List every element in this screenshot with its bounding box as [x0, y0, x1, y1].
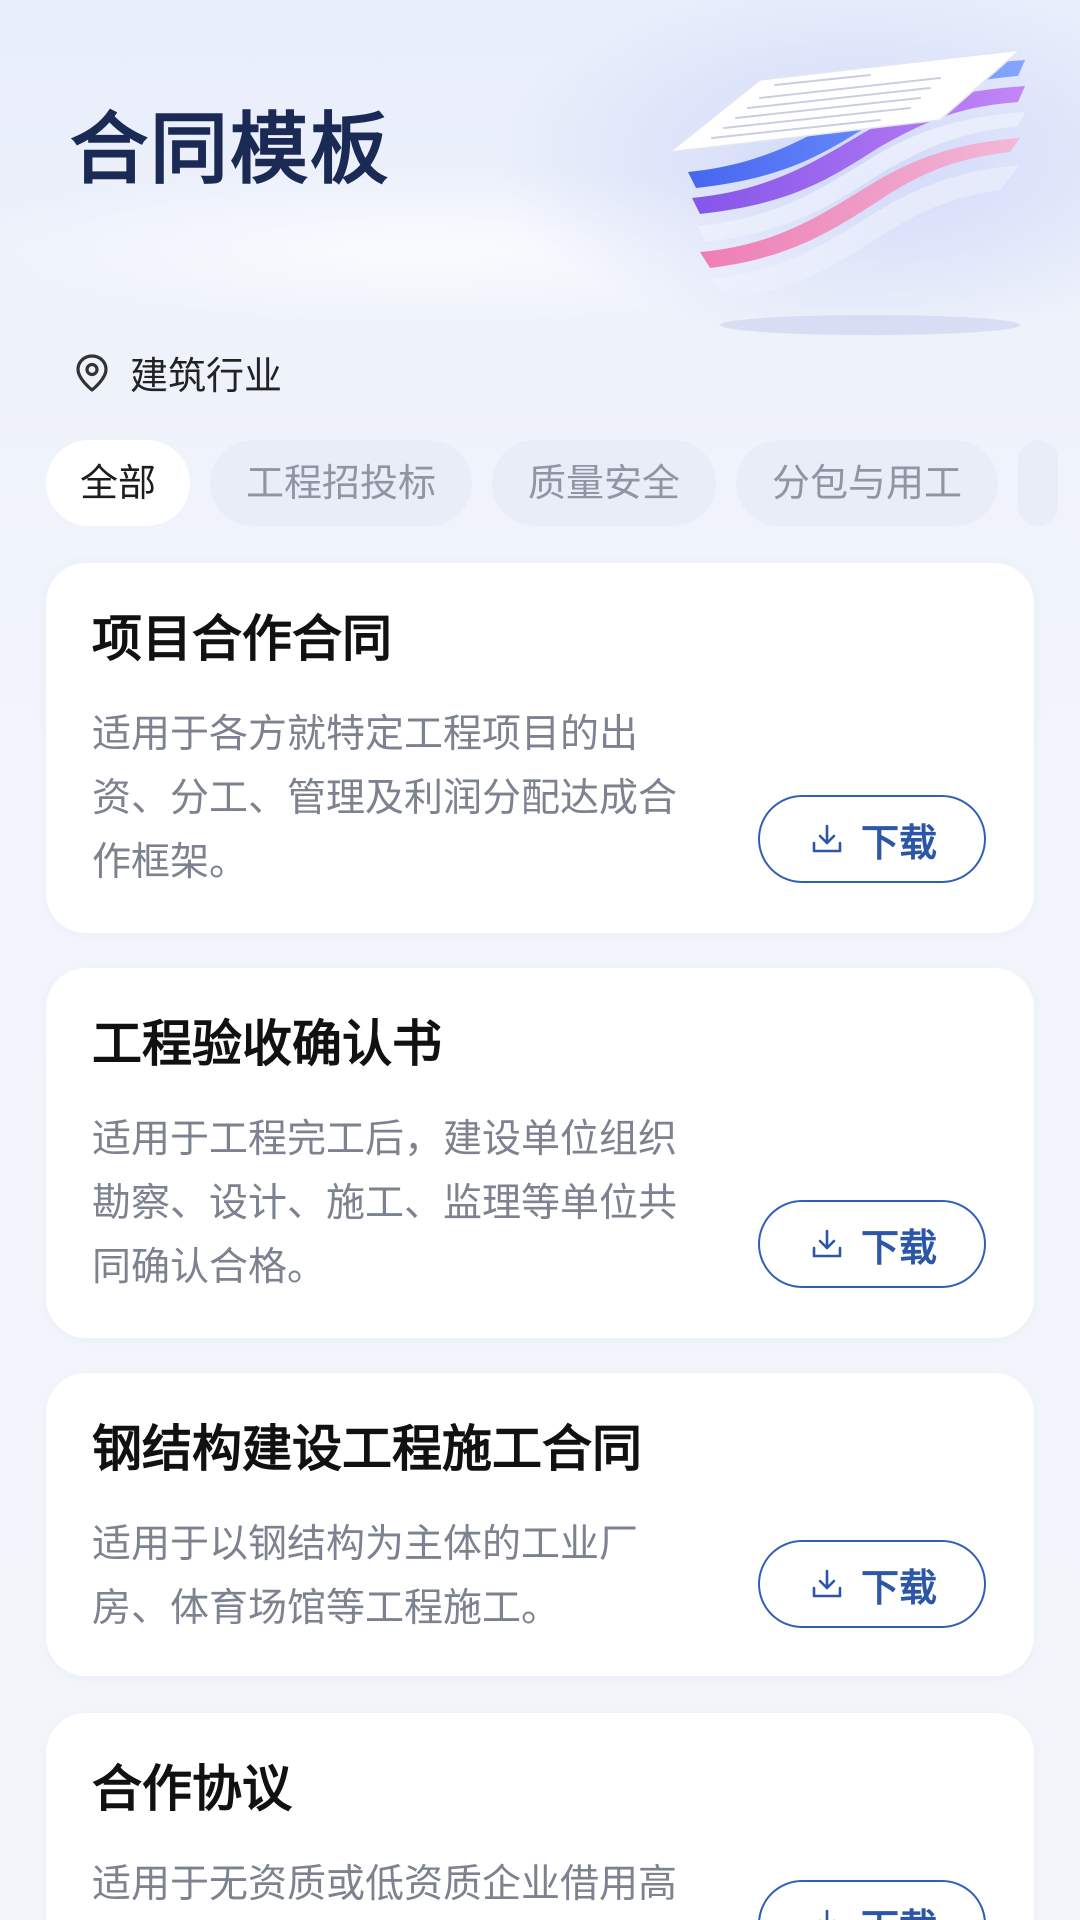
industry-label: 建筑行业: [130, 354, 283, 398]
tab-all[interactable]: 全部: [46, 440, 191, 526]
template-card[interactable]: 钢结构建设工程施工合同 适用于以钢结构为主体的工业厂房、体育场馆等工程施工。 下…: [46, 1373, 1034, 1676]
template-description: 适用于工程完工后，建设单位组织勘察、设计、施工、监理等单位共同确认合格。: [92, 1117, 678, 1290]
download-label: 下载: [860, 1225, 937, 1270]
tab-more[interactable]: [1018, 440, 1059, 526]
download-button[interactable]: 下载: [758, 795, 986, 883]
download-icon: [807, 819, 847, 859]
download-label: 下载: [861, 1897, 937, 1920]
tab-quality-safety[interactable]: 质量安全: [492, 440, 717, 526]
download-icon: [807, 1564, 847, 1604]
tab-subcontract-labor[interactable]: 分包与用工: [736, 440, 999, 526]
template-description: 适用于无资质或低资质企业借用高: [92, 1862, 678, 1907]
download-icon: [807, 1904, 847, 1920]
template-card[interactable]: 工程验收确认书 适用于工程完工后，建设单位组织勘察、设计、施工、监理等单位共同确…: [46, 968, 1034, 1338]
template-card[interactable]: 合作协议 适用于无资质或低资质企业借用高 下载: [46, 1713, 1034, 1920]
category-tabs: 全部 工程招投标 质量安全 分包与用工: [46, 440, 1080, 530]
location-pin-icon: [72, 353, 112, 393]
template-description: 适用于各方就特定工程项目的出资、分工、管理及利润分配达成合作框架。: [92, 712, 678, 885]
tab-bidding[interactable]: 工程招投标: [210, 440, 473, 526]
industry-selector[interactable]: 建筑行业: [72, 345, 282, 400]
template-title: 钢结构建设工程施工合同: [92, 1420, 642, 1478]
stacked-documents-illustration: [667, 48, 1025, 335]
download-button[interactable]: 下载: [758, 1540, 986, 1628]
template-description: 适用于以钢结构为主体的工业厂房、体育场馆等工程施工。: [92, 1522, 639, 1631]
download-label: 下载: [860, 1565, 937, 1610]
template-card[interactable]: 项目合作合同 适用于各方就特定工程项目的出资、分工、管理及利润分配达成合作框架。…: [46, 563, 1034, 933]
download-label: 下载: [860, 820, 937, 865]
download-button[interactable]: 下载: [758, 1200, 986, 1288]
download-button[interactable]: 下载: [758, 1880, 986, 1920]
page-title: 合同模板: [70, 105, 391, 195]
template-title: 合作协议: [92, 1760, 292, 1818]
template-title: 项目合作合同: [92, 610, 392, 668]
download-icon: [807, 1224, 847, 1264]
template-title: 工程验收确认书: [92, 1015, 442, 1073]
